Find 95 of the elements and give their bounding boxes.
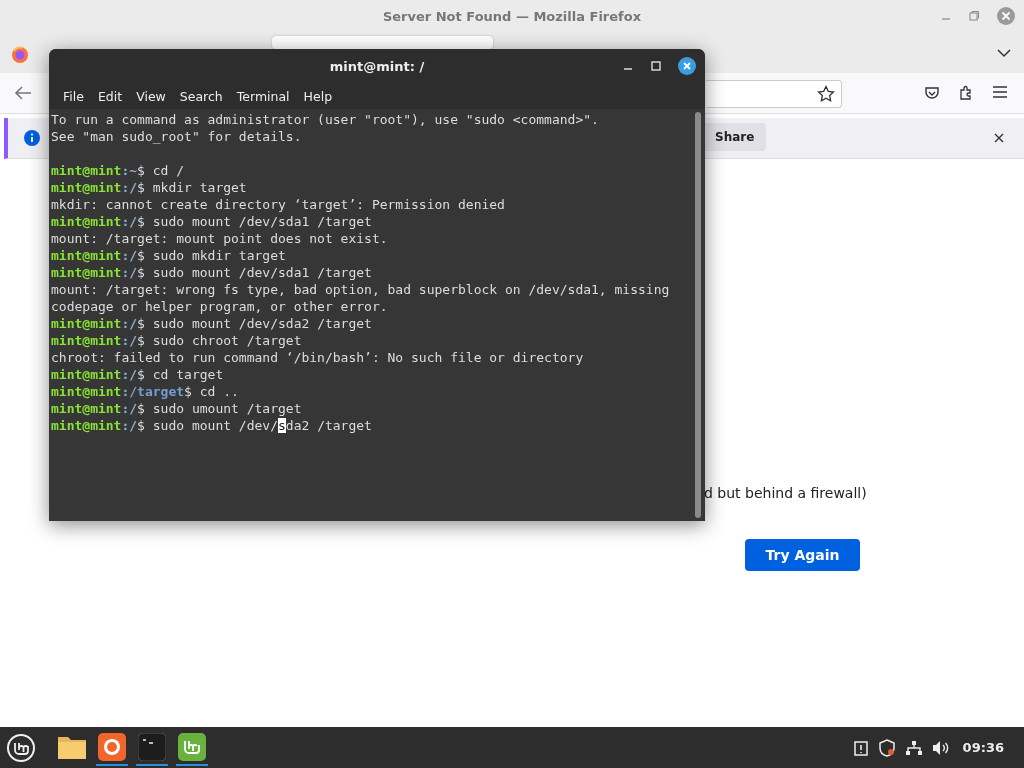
prompt-symbol: $ (137, 367, 145, 382)
prompt-path: / (129, 316, 138, 331)
prompt-symbol: $ (137, 333, 145, 348)
terminal-output-line: mount: /target: wrong fs type, bad option, bad superblock on /dev/sda1, missing (51, 281, 671, 298)
maximize-icon[interactable] (650, 60, 662, 72)
prompt-path: / (129, 401, 138, 416)
text-cursor: s (278, 418, 286, 433)
command-text: cd target (152, 367, 224, 382)
prompt-separator: : (121, 384, 130, 399)
menu-item[interactable]: Search (174, 88, 228, 104)
menu-icon[interactable] (992, 85, 1008, 99)
prompt-symbol: $ (137, 401, 145, 416)
window-title: mint@mint: / (329, 58, 425, 74)
command-text: sudo mount /dev/ (152, 418, 278, 433)
prompt-path: / (129, 180, 138, 195)
prompt-user: mint@mint (51, 418, 122, 433)
prompt-separator: : (121, 265, 130, 280)
terminal-output-line: codepage or helper program, or other error. (51, 298, 389, 315)
prompt-separator: : (121, 418, 130, 433)
close-icon[interactable] (994, 133, 1004, 143)
start-menu-icon[interactable] (6, 732, 36, 763)
menu-item[interactable]: View (131, 88, 171, 104)
prompt-separator: : (121, 163, 130, 178)
shield-icon[interactable] (877, 738, 896, 757)
chevron-down-icon[interactable] (997, 48, 1011, 58)
prompt-path: / (129, 418, 138, 433)
menu-item[interactable]: File (58, 88, 89, 104)
prompt-user: mint@mint (51, 163, 122, 178)
prompt-path: / (129, 367, 138, 382)
command-text: cd .. (199, 384, 239, 399)
command-text: cd / (152, 163, 185, 178)
prompt-symbol: $ (137, 316, 145, 331)
puzzle-icon[interactable] (958, 85, 974, 101)
prompt-path: /target (129, 384, 185, 399)
prompt-separator: : (121, 248, 130, 263)
prompt-symbol: $ (137, 163, 145, 178)
try-again-button[interactable]: Try Again (745, 539, 860, 571)
prompt-path: / (129, 333, 138, 348)
prompt-path: ~ (129, 163, 138, 178)
clock[interactable]: 09:36 (962, 740, 1004, 755)
address-field[interactable] (706, 80, 842, 108)
prompt-separator: : (121, 367, 130, 382)
share-button[interactable]: Share (703, 123, 767, 151)
error-text: d but behind a firewall) (704, 485, 867, 501)
prompt-symbol: $ (137, 418, 145, 433)
volume-icon[interactable] (931, 739, 950, 756)
prompt-user: mint@mint (51, 367, 122, 382)
terminal-output-line: See "man sudo_root" for details. (51, 128, 303, 145)
command-text: sudo umount /target (152, 401, 302, 416)
window-title: Server Not Found — Mozilla Firefox (382, 9, 642, 24)
prompt-symbol: $ (137, 265, 145, 280)
star-icon[interactable] (817, 85, 835, 103)
terminal-output-line: mkdir: cannot create directory ‘target’: Permission denied (51, 196, 506, 213)
prompt-separator: : (121, 333, 130, 348)
network-icon[interactable] (904, 739, 923, 756)
command-text: da2 /target (285, 418, 372, 433)
terminal-output-line: To run a command as administrator (user "root"), use "sudo <command>". (51, 111, 600, 128)
prompt-separator: : (121, 401, 130, 416)
prompt-symbol: $ (137, 180, 145, 195)
prompt-user: mint@mint (51, 214, 122, 229)
prompt-user: mint@mint (51, 180, 122, 195)
back-arrow-icon[interactable] (14, 85, 32, 101)
command-text: sudo mkdir target (152, 248, 286, 263)
menu-item[interactable]: Edit (92, 88, 128, 104)
prompt-symbol: $ (137, 214, 145, 229)
prompt-separator: : (121, 214, 130, 229)
command-text: mkdir target (152, 180, 247, 195)
command-text: sudo mount /dev/sda2 /target (152, 316, 372, 331)
prompt-path: / (129, 248, 138, 263)
prompt-user: mint@mint (51, 316, 122, 331)
info-icon (24, 130, 40, 146)
terminal-output-line: chroot: failed to run command ‘/bin/bash’: No such file or directory (51, 349, 585, 366)
prompt-symbol: $ (184, 384, 192, 399)
restore-icon[interactable] (968, 10, 980, 22)
command-text: sudo mount /dev/sda1 /target (152, 214, 372, 229)
prompt-user: mint@mint (51, 333, 122, 348)
menu-item[interactable]: Help (298, 88, 338, 104)
prompt-user: mint@mint (51, 401, 122, 416)
close-icon[interactable] (678, 57, 696, 75)
menu-item[interactable]: Terminal (231, 88, 295, 104)
prompt-user: mint@mint (51, 248, 122, 263)
prompt-user: mint@mint (51, 384, 122, 399)
prompt-separator: : (121, 180, 130, 195)
prompt-path: / (129, 214, 138, 229)
prompt-separator: : (121, 316, 130, 331)
command-text: sudo chroot /target (152, 333, 302, 348)
terminal-output-line: mount: /target: mount point does not exist. (51, 230, 389, 247)
prompt-path: / (129, 265, 138, 280)
prompt-symbol: $ (137, 248, 145, 263)
command-text: sudo mount /dev/sda1 /target (152, 265, 372, 280)
prompt-user: mint@mint (51, 265, 122, 280)
browser-logo-icon (11, 46, 29, 64)
scrollbar[interactable] (695, 112, 701, 518)
clipboard-icon[interactable] (852, 739, 869, 756)
pocket-icon[interactable] (924, 85, 940, 101)
